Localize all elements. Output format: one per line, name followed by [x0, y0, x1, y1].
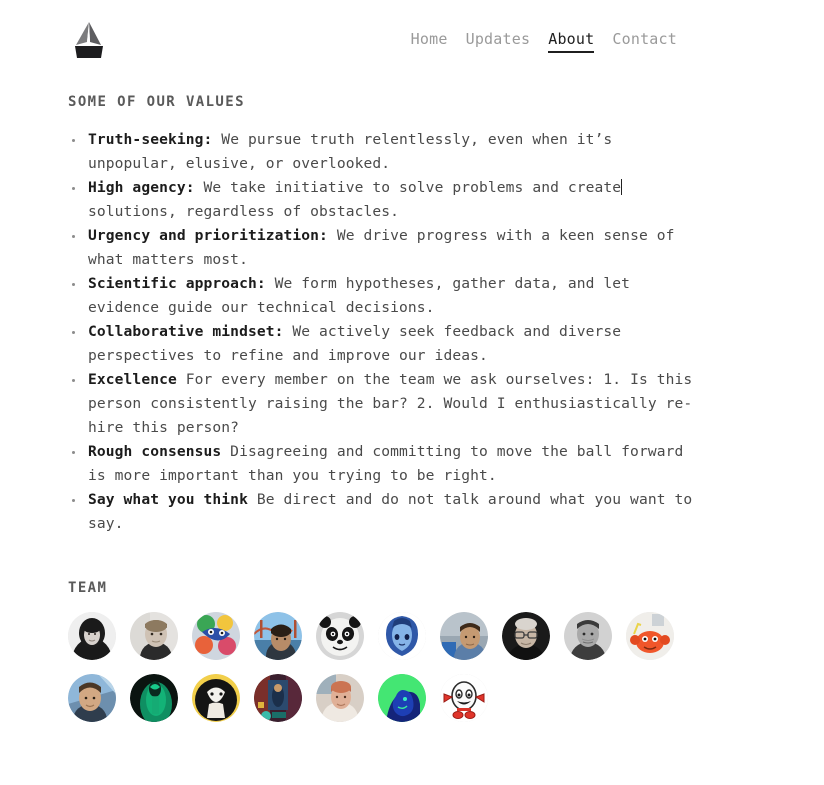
avatar-yellow-cartoon-figure[interactable] [192, 674, 240, 722]
avatar-image [192, 612, 240, 660]
value-term: Excellence [88, 371, 177, 388]
value-term: Scientific approach: [88, 275, 266, 292]
avatar-man-blue-outdoors[interactable] [440, 612, 488, 660]
value-list-item: Rough consensus Disagreeing and committi… [68, 440, 708, 488]
team-avatar-grid [68, 612, 718, 722]
nav-link-updates[interactable]: Updates [466, 30, 531, 53]
avatar-image [192, 674, 240, 722]
avatar-game-scene-character[interactable] [254, 674, 302, 722]
value-term: Truth-seeking: [88, 131, 213, 148]
value-term: High agency: [88, 179, 195, 196]
avatar-colorful-abstract[interactable] [192, 612, 240, 660]
avatar-image [440, 612, 488, 660]
avatar-man-glasses-dark[interactable] [502, 612, 550, 660]
values-list: Truth-seeking: We pursue truth relentles… [68, 128, 756, 536]
value-list-item: Excellence For every member on the team … [68, 368, 708, 440]
avatar-golden-gate-bridge[interactable] [254, 612, 302, 660]
nav-link-about[interactable]: About [548, 30, 595, 53]
avatar-image [316, 612, 364, 660]
avatar-blue-anime-character[interactable] [378, 612, 426, 660]
main-navigation: Home Updates About Contact [411, 30, 677, 53]
avatar-white-egg-mascot[interactable] [440, 674, 488, 722]
value-description: We take initiative to solve problems and… [194, 179, 622, 196]
values-heading: SOME OF OUR VALUES [68, 94, 245, 110]
team-section: TEAM [68, 580, 756, 722]
avatar-image [378, 612, 426, 660]
value-term: Collaborative mindset: [88, 323, 284, 340]
value-term: Rough consensus [88, 443, 222, 460]
value-description-continued: solutions, regardless of obstacles. [88, 203, 400, 220]
avatar-image [626, 612, 674, 660]
company-logo-icon [75, 22, 103, 58]
avatar-image [502, 612, 550, 660]
avatar-man-grayscale[interactable] [564, 612, 612, 660]
logo-link[interactable] [68, 17, 110, 61]
avatar-image [254, 674, 302, 722]
avatar-portrait-man-bw[interactable] [130, 612, 178, 660]
avatar-man-outdoor-portrait[interactable] [68, 674, 116, 722]
avatar-image [68, 674, 116, 722]
value-term: Urgency and prioritization: [88, 227, 328, 244]
avatar-panda-character[interactable] [316, 612, 364, 660]
value-description: For every member on the team we ask ours… [88, 371, 693, 436]
value-list-item: Say what you think Be direct and do not … [68, 488, 708, 536]
value-list-item: Truth-seeking: We pursue truth relentles… [68, 128, 708, 176]
value-list-item: Collaborative mindset: We actively seek … [68, 320, 708, 368]
value-list-item: High agency: We take initiative to solve… [68, 176, 708, 224]
avatar-image [316, 674, 364, 722]
team-heading: TEAM [68, 580, 108, 596]
avatar-image [254, 612, 302, 660]
value-list-item: Scientific approach: We form hypotheses,… [68, 272, 708, 320]
avatar-image [68, 612, 116, 660]
avatar-portrait-woman-bw[interactable] [68, 612, 116, 660]
avatar-person-light-portrait[interactable] [316, 674, 364, 722]
site-header: Home Updates About Contact [0, 0, 824, 78]
avatar-image [130, 612, 178, 660]
text-cursor-caret [621, 179, 623, 195]
avatar-image [130, 674, 178, 722]
avatar-image [564, 612, 612, 660]
nav-link-contact[interactable]: Contact [612, 30, 677, 53]
avatar-orange-crab-creature[interactable] [626, 612, 674, 660]
avatar-green-dark-figure[interactable] [130, 674, 178, 722]
avatar-image [378, 674, 426, 722]
avatar-green-neon-profile[interactable] [378, 674, 426, 722]
value-list-item: Urgency and prioritization: We drive pro… [68, 224, 708, 272]
values-section: SOME OF OUR VALUES Truth-seeking: We pur… [68, 94, 756, 536]
avatar-image [440, 674, 488, 722]
page-content: SOME OF OUR VALUES Truth-seeking: We pur… [0, 94, 824, 722]
nav-link-home[interactable]: Home [411, 30, 448, 53]
value-term: Say what you think [88, 491, 248, 508]
